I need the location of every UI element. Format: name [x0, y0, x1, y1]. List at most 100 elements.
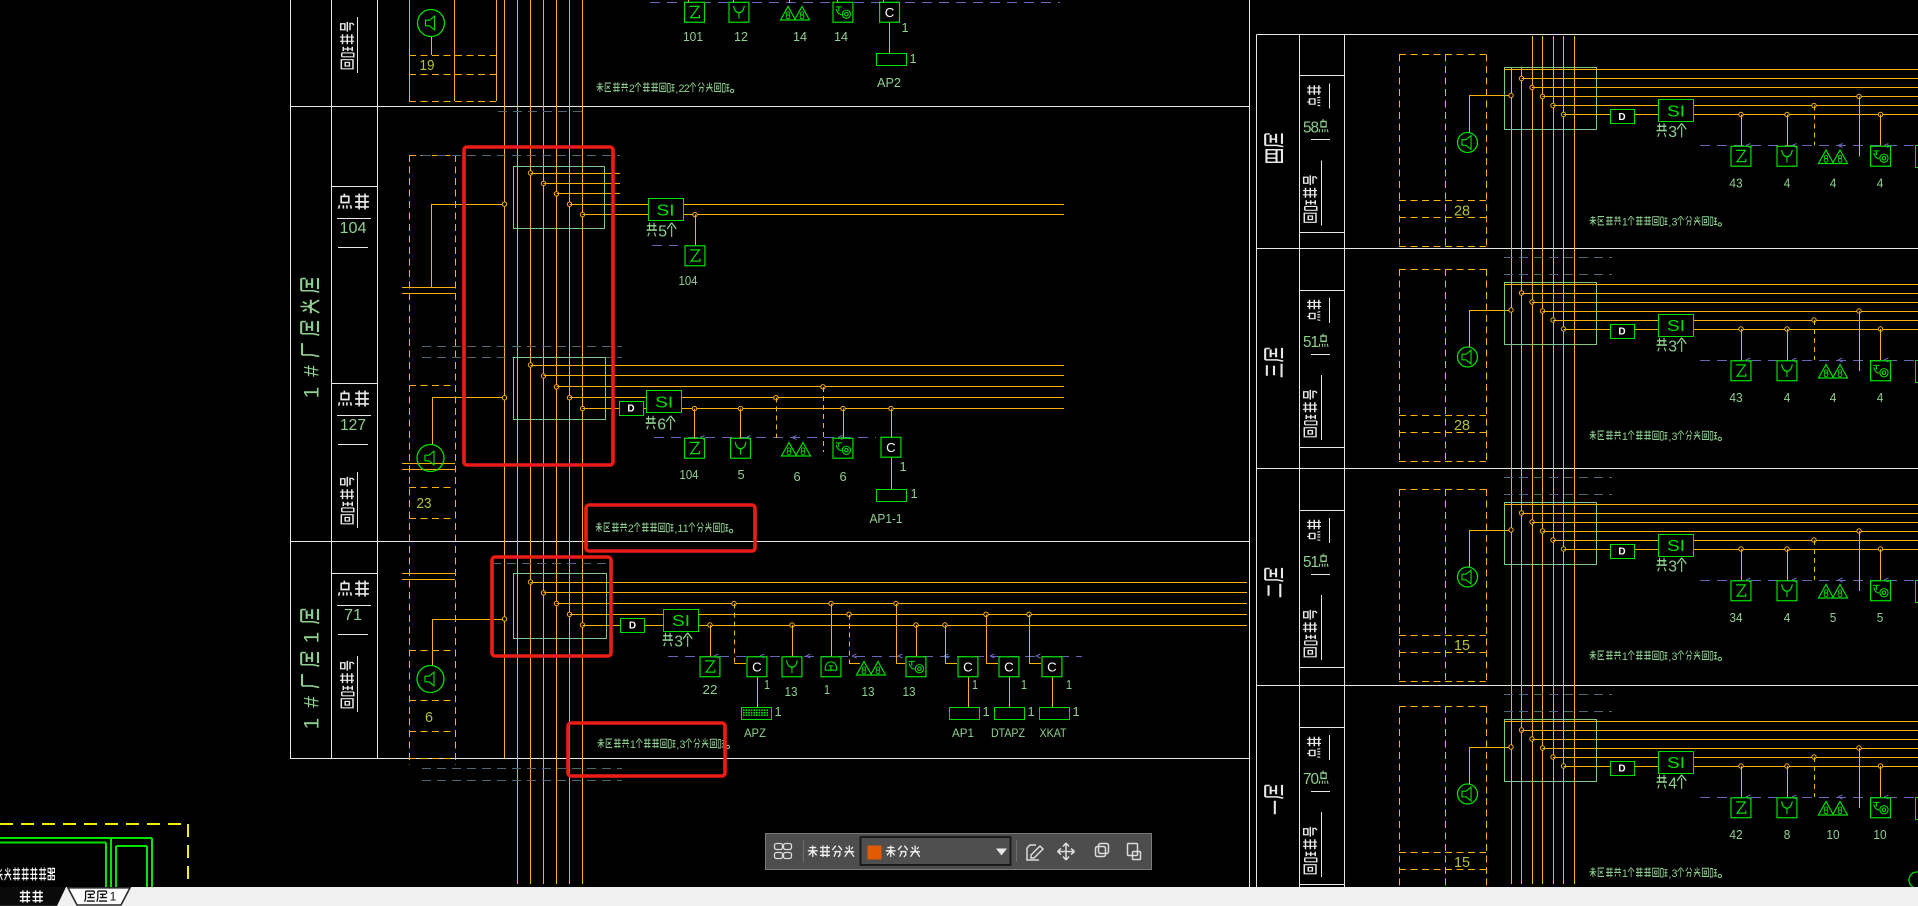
svg-text:SI: SI [1667, 538, 1685, 555]
svg-text:SI: SI [1667, 318, 1685, 335]
svg-text:D: D [1618, 327, 1625, 338]
svg-text:D: D [1618, 112, 1625, 123]
svg-text:15: 15 [1454, 637, 1470, 654]
svg-text:XKAT: XKAT [1040, 726, 1068, 740]
svg-text:APZ: APZ [744, 726, 766, 740]
svg-text:1: 1 [899, 459, 906, 474]
svg-text:10: 10 [1826, 827, 1839, 842]
svg-text:14: 14 [834, 29, 848, 44]
svg-text:15: 15 [1454, 854, 1470, 871]
svg-text:43: 43 [1729, 176, 1742, 191]
svg-text:5: 5 [1877, 610, 1884, 625]
svg-text:1: 1 [1311, 334, 1320, 351]
svg-text:3: 3 [680, 739, 686, 751]
svg-text:AP1-1: AP1-1 [870, 512, 903, 526]
svg-text:1: 1 [300, 387, 323, 399]
svg-text:13: 13 [785, 684, 798, 699]
svg-text:1: 1 [300, 632, 323, 644]
svg-text:1: 1 [909, 51, 916, 66]
svg-text:D: D [1618, 547, 1625, 558]
svg-text:DTAPZ: DTAPZ [991, 726, 1025, 740]
svg-text:D: D [629, 621, 636, 632]
svg-text:SI: SI [1667, 755, 1685, 772]
svg-text:1: 1 [300, 718, 323, 730]
svg-text:1: 1 [1021, 677, 1027, 692]
svg-text:1: 1 [910, 486, 917, 501]
svg-text:1: 1 [1622, 216, 1628, 228]
svg-text:2: 2 [684, 83, 690, 95]
svg-text:SI: SI [1667, 104, 1685, 121]
svg-text:4: 4 [1877, 176, 1884, 191]
svg-text:#: # [300, 365, 323, 377]
svg-text:104: 104 [680, 467, 699, 482]
svg-text:4: 4 [1877, 390, 1884, 405]
svg-text:SI: SI [655, 395, 673, 412]
svg-text:1: 1 [1066, 677, 1072, 692]
svg-text:127: 127 [340, 417, 366, 434]
svg-text:3: 3 [1672, 216, 1678, 228]
svg-text:22: 22 [703, 682, 718, 697]
svg-text:0: 0 [1311, 771, 1320, 788]
svg-text:14: 14 [793, 29, 807, 44]
svg-text:1: 1 [1072, 704, 1079, 719]
svg-text:13: 13 [862, 684, 875, 699]
svg-text:10: 10 [1873, 827, 1886, 842]
svg-text:3: 3 [1672, 868, 1678, 880]
svg-text:23: 23 [417, 495, 432, 512]
svg-text:8: 8 [1784, 827, 1791, 842]
svg-text:43: 43 [1729, 390, 1742, 405]
svg-text:1: 1 [630, 739, 636, 751]
svg-text:5: 5 [737, 467, 744, 482]
svg-text:4: 4 [1784, 176, 1791, 191]
svg-text:1: 1 [1622, 431, 1628, 443]
svg-text:12: 12 [734, 29, 748, 44]
svg-text:1: 1 [982, 704, 989, 719]
svg-text:4: 4 [1784, 610, 1791, 625]
svg-text:4: 4 [1830, 176, 1837, 191]
svg-text:104: 104 [340, 220, 367, 237]
svg-text:28: 28 [1454, 203, 1470, 220]
svg-text:6: 6 [657, 416, 666, 433]
svg-text:3: 3 [1668, 338, 1677, 355]
svg-text:1: 1 [1622, 868, 1628, 880]
svg-text:SI: SI [672, 613, 690, 630]
svg-text:6: 6 [839, 469, 846, 484]
svg-text:4: 4 [1668, 775, 1677, 792]
svg-text:SI: SI [657, 203, 675, 220]
svg-text:1: 1 [764, 677, 770, 692]
svg-text:6: 6 [793, 469, 800, 484]
svg-text:8: 8 [1311, 119, 1320, 136]
svg-text:3: 3 [1668, 124, 1677, 141]
svg-text:1: 1 [1027, 704, 1034, 719]
svg-text:1: 1 [972, 677, 978, 692]
svg-text:2: 2 [628, 523, 634, 535]
svg-text:28: 28 [1454, 417, 1470, 434]
svg-text:42: 42 [1729, 827, 1742, 842]
svg-text:5: 5 [658, 223, 667, 240]
svg-text:1: 1 [1311, 554, 1320, 571]
svg-text:1: 1 [1622, 651, 1628, 663]
svg-text:AP2: AP2 [877, 75, 901, 90]
svg-text:101: 101 [683, 29, 703, 44]
svg-text:D: D [627, 404, 634, 415]
svg-text:4: 4 [1830, 390, 1837, 405]
svg-text:13: 13 [903, 684, 916, 699]
svg-text:6: 6 [425, 709, 433, 726]
svg-text:4: 4 [1784, 390, 1791, 405]
svg-text:D: D [1618, 764, 1625, 775]
svg-text:3: 3 [1672, 651, 1678, 663]
svg-text:104: 104 [679, 273, 698, 288]
svg-text:2: 2 [629, 83, 635, 95]
svg-text:#: # [300, 696, 323, 708]
svg-text:19: 19 [420, 57, 435, 74]
svg-text:3: 3 [1672, 431, 1678, 443]
svg-text:71: 71 [344, 607, 362, 624]
svg-text:1: 1 [824, 682, 830, 697]
svg-text:1: 1 [110, 890, 117, 904]
svg-text:5: 5 [1830, 610, 1837, 625]
svg-text:3: 3 [674, 633, 683, 650]
svg-text:1: 1 [683, 523, 689, 535]
svg-text:1: 1 [901, 20, 908, 35]
svg-text:1: 1 [774, 704, 781, 719]
svg-text:3: 3 [1668, 558, 1677, 575]
